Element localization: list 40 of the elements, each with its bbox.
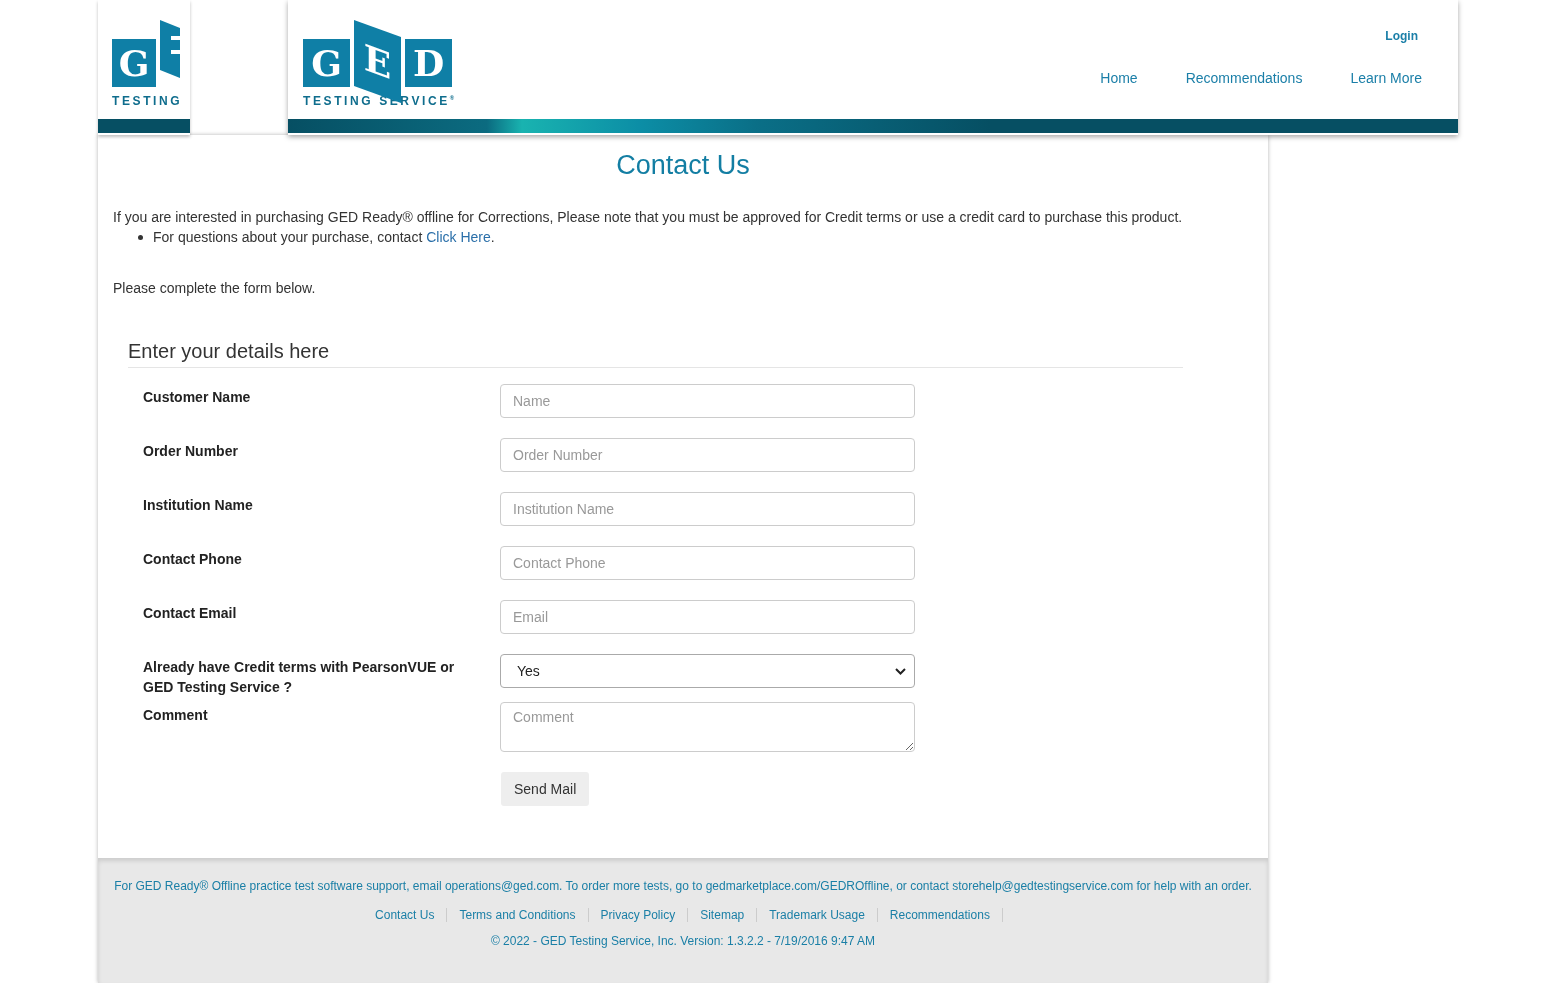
- bullet-icon: [138, 234, 143, 240]
- field-label: Already have Credit terms with PearsonVUE or GED Testing Service ?: [143, 658, 456, 697]
- send-mail-button[interactable]: Send Mail: [501, 772, 590, 806]
- footer-link[interactable]: Contact Us: [363, 908, 448, 922]
- comment-field[interactable]: Comment: [500, 702, 915, 752]
- field-label: Order Number: [143, 442, 239, 461]
- footer-link[interactable]: Terms and Conditions: [447, 908, 589, 922]
- copyright-text: © 2022 - GED Testing Service, Inc. Version: 1.3.2.2 - 7/19/2016 9:47 AM: [490, 934, 876, 948]
- click-here-link[interactable]: Click Here: [426, 229, 491, 245]
- footer-link[interactable]: Recommendations: [877, 908, 1003, 922]
- field-label: Institution Name: [143, 496, 254, 515]
- field-label: Contact Phone: [143, 550, 243, 569]
- field-label: Comment: [143, 706, 209, 725]
- input-field[interactable]: Order Number: [500, 438, 915, 472]
- field-label: Contact Email: [143, 604, 238, 623]
- select-field[interactable]: Yes: [500, 654, 915, 688]
- logo-panel-icon: [160, 20, 180, 78]
- logo-letter: G: [112, 39, 156, 87]
- footer-link[interactable]: Privacy Policy: [588, 908, 689, 922]
- input-field[interactable]: Name: [500, 384, 915, 418]
- input-field[interactable]: Email: [500, 600, 915, 634]
- chevron-icon: [895, 667, 906, 675]
- instructions-text: Please complete the form below.: [113, 280, 317, 296]
- form-legend: Enter your details here: [128, 340, 1183, 368]
- input-field[interactable]: Contact Phone: [500, 546, 915, 580]
- footer-link[interactable]: Trademark Usage: [757, 908, 878, 922]
- logo-letter: D: [405, 39, 452, 87]
- footer-note: For GED Ready® Offline practice test software support, email operations@ged.com. To order more tests, go to gedmarketplace.com/GEDROffline, or contact storehelp@gedtestingservice.com for help with an order.: [114, 879, 1252, 893]
- nav-link[interactable]: Learn More: [1350, 70, 1422, 86]
- nav-link[interactable]: Home: [1100, 70, 1138, 86]
- page-title: Contact Us: [615, 150, 751, 181]
- bullet-text: For questions about your purchase, contact Click Here.: [153, 229, 495, 245]
- intro-text: If you are interested in purchasing GED Ready® offline for Corrections, Please note that you must be approved for Credit terms or use a credit card to purchase this product.: [113, 209, 1184, 225]
- input-field[interactable]: Institution Name: [500, 492, 915, 526]
- login-link[interactable]: Login: [1385, 29, 1418, 43]
- footer-link[interactable]: Sitemap: [688, 908, 758, 922]
- field-label: Customer Name: [143, 388, 252, 407]
- nav-link[interactable]: Recommendations: [1185, 70, 1303, 86]
- logo-caption: TESTING: [112, 94, 184, 108]
- logo-letter: G: [303, 39, 350, 87]
